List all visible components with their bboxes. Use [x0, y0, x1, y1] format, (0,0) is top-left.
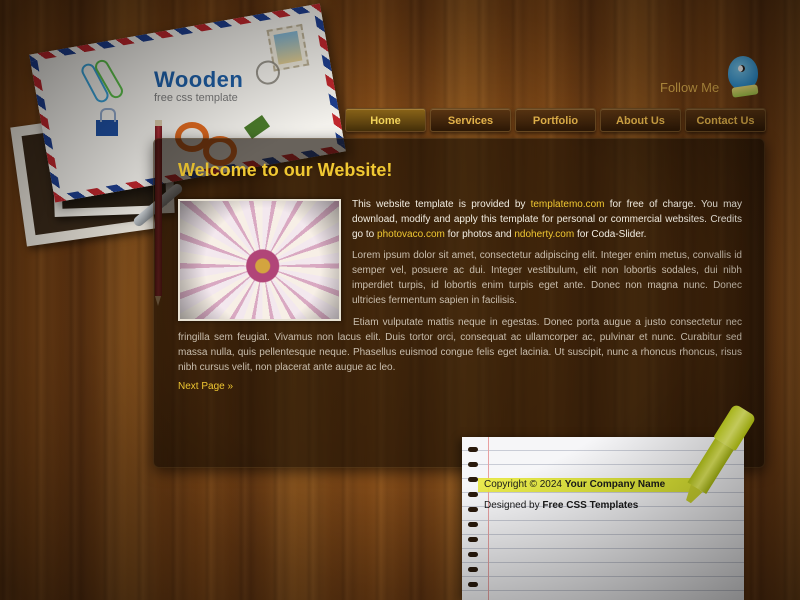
body-paragraph-2: Lorem ipsum dolor sit amet, consectetur …: [352, 250, 742, 306]
copyright-prefix: Copyright © 2024: [484, 479, 565, 490]
flower-photo: [178, 199, 341, 321]
company-name: Your Company Name: [564, 479, 666, 490]
notepad-binding-holes: [468, 447, 478, 597]
body-paragraph-3: Etiam vulputate mattis neque in egestas.…: [178, 317, 742, 373]
nav-item-home[interactable]: Home: [345, 108, 426, 132]
binder-clip-icon: [96, 108, 118, 136]
nav-item-about-us[interactable]: About Us: [600, 108, 681, 132]
follow-me-label[interactable]: Follow Me: [660, 80, 719, 95]
link-photovaco[interactable]: photovaco.com: [377, 229, 445, 240]
page-heading: Welcome to our Website!: [178, 160, 393, 180]
twitter-bird-icon[interactable]: [728, 56, 758, 90]
next-page-link[interactable]: Next Page »: [178, 381, 233, 392]
link-templatemo[interactable]: templatemo.com: [531, 199, 605, 210]
nav-item-contact-us[interactable]: Contact Us: [685, 108, 766, 132]
link-ndoherty[interactable]: ndoherty.com: [514, 229, 574, 240]
intro-text: for photos and: [444, 229, 515, 240]
designed-prefix: Designed by: [484, 500, 543, 511]
nav-item-portfolio[interactable]: Portfolio: [515, 108, 596, 132]
intro-paragraph: This website template is provided by tem…: [352, 197, 742, 242]
copyright-text: Copyright © 2024 Your Company Name: [478, 478, 700, 492]
intro-text: for Coda-Slider.: [574, 229, 647, 240]
site-logo-subtitle: free css template: [154, 92, 238, 104]
site-logo-title[interactable]: Wooden: [154, 67, 243, 93]
designed-by-text: Designed by Free CSS Templates: [484, 500, 638, 511]
notepad-margin-line: [488, 437, 489, 600]
main-nav: Home Services Portfolio About Us Contact…: [345, 108, 766, 132]
designer-link[interactable]: Free CSS Templates: [542, 500, 638, 511]
intro-text: This website template is provided by: [352, 199, 531, 210]
nav-item-services[interactable]: Services: [430, 108, 511, 132]
